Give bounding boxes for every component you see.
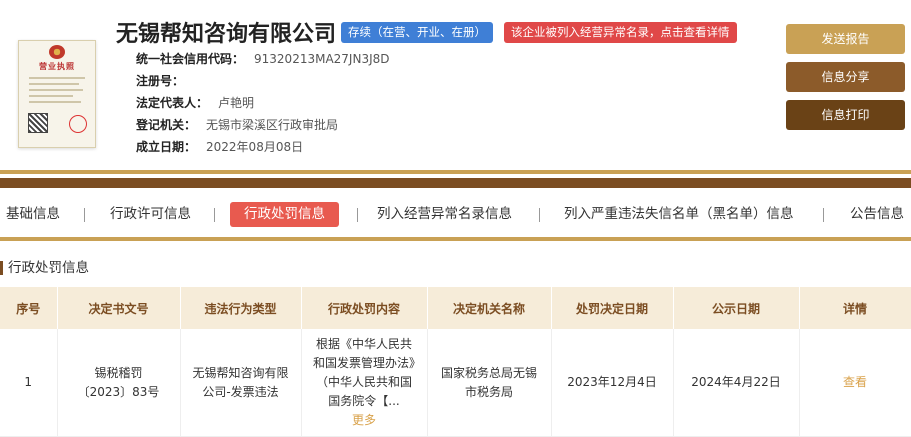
table-header-row: 序号 决定书文号 违法行为类型 行政处罚内容 决定机关名称 处罚决定日期 公示日… [0, 287, 911, 329]
seal-icon [69, 115, 87, 133]
tab-admin-license[interactable]: 行政许可信息 [110, 202, 191, 227]
nav-bottom-divider [0, 237, 911, 241]
share-info-button[interactable]: 信息分享 [786, 62, 905, 92]
nav-top-band [0, 178, 911, 188]
info-tabs: 基础信息 行政许可信息 行政处罚信息 列入经营异常名录信息 列入严重违法失信名单… [0, 197, 911, 233]
established-date-row: 成立日期： 2022年08月08日 [136, 140, 304, 154]
penalty-content-text: 根据《中华人民共和国发票管理办法》（中华人民共和国国务院令【... [312, 337, 415, 408]
col-doc-no: 决定书文号 [57, 287, 181, 329]
col-index: 序号 [0, 287, 58, 329]
cell-content: 根据《中华人民共和国发票管理办法》（中华人民共和国国务院令【... 更多 [301, 329, 428, 437]
business-license-image[interactable]: 营业执照 [18, 40, 96, 148]
tab-blacklist[interactable]: 列入严重违法失信名单（黑名单）信息 [564, 202, 794, 227]
legal-rep-row: 法定代表人： 卢艳明 [136, 96, 255, 110]
tab-basic-info[interactable]: 基础信息 [6, 202, 60, 227]
print-info-button[interactable]: 信息打印 [786, 100, 905, 130]
section-marker [0, 261, 3, 275]
cell-violation: 无锡帮知咨询有限公司-发票违法 [180, 329, 302, 437]
company-name: 无锡帮知咨询有限公司 [116, 22, 337, 47]
status-badge: 存续（在营、开业、在册） [341, 22, 493, 43]
penalty-table: 序号 决定书文号 违法行为类型 行政处罚内容 决定机关名称 处罚决定日期 公示日… [0, 287, 911, 437]
more-link[interactable]: 更多 [312, 411, 417, 430]
cell-doc-no: 锡税稽罚〔2023〕83号 [57, 329, 181, 437]
cell-index: 1 [0, 329, 58, 437]
col-content: 行政处罚内容 [301, 287, 428, 329]
nav-top-divider [0, 170, 911, 174]
registration-authority-row: 登记机关： 无锡市梁溪区行政审批局 [136, 118, 339, 132]
col-decision-date: 处罚决定日期 [551, 287, 674, 329]
national-emblem-icon [49, 45, 65, 59]
tab-announcements[interactable]: 公告信息 [850, 202, 904, 227]
col-authority: 决定机关名称 [427, 287, 552, 329]
registration-no-row: 注册号： [136, 74, 185, 88]
table-row: 1 锡税稽罚〔2023〕83号 无锡帮知咨询有限公司-发票违法 根据《中华人民共… [0, 329, 911, 437]
tab-abnormal-list[interactable]: 列入经营异常名录信息 [377, 202, 512, 227]
cell-authority: 国家税务总局无锡市税务局 [427, 329, 552, 437]
section-title: 行政处罚信息 [0, 259, 89, 277]
abnormal-list-warning-badge[interactable]: 该企业被列入经营异常名录，点击查看详情 [504, 22, 737, 43]
cell-decision-date: 2023年12月4日 [551, 329, 674, 437]
company-header: 营业执照 无锡帮知咨询有限公司 存续（在营、开业、在册） 该企业被列入经营异常名… [0, 0, 911, 170]
col-publish-date: 公示日期 [673, 287, 800, 329]
license-title: 营业执照 [39, 62, 75, 71]
col-detail: 详情 [799, 287, 911, 329]
credit-code-row: 统一社会信用代码： 91320213MA27JN3J8D [136, 52, 390, 66]
tab-admin-penalty[interactable]: 行政处罚信息 [230, 202, 339, 227]
qr-code-icon [28, 113, 48, 133]
view-detail-link[interactable]: 查看 [799, 329, 911, 437]
send-report-button[interactable]: 发送报告 [786, 24, 905, 54]
cell-publish-date: 2024年4月22日 [673, 329, 800, 437]
col-violation: 违法行为类型 [180, 287, 302, 329]
